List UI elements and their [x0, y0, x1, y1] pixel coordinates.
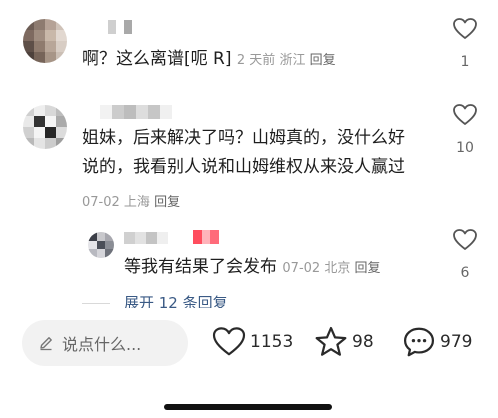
username[interactable] [100, 105, 172, 119]
like-button[interactable]: 1153 [212, 324, 293, 360]
like-count: 1 [460, 54, 470, 70]
comments-page: 啊？这么离谱[呃 R] 2 天前 浙江 回复 1 姐妹，后来解决了吗？山姆真的，… [0, 0, 498, 418]
comment-like[interactable]: 6 [445, 229, 485, 281]
heart-outline-icon[interactable] [453, 229, 477, 251]
comment-meta: 07-02 上海 回复 [82, 195, 181, 210]
heart-outline-icon[interactable] [453, 104, 477, 126]
avatar[interactable] [23, 105, 67, 149]
avatar[interactable] [23, 19, 67, 63]
comment-text: 姐妹，后来解决了吗？山姆真的，没什么好 说的，我看别人说和山姆维权从来没人赢过 [82, 128, 405, 177]
comment-text: 啊？这么离谱[呃 R] 2 天前 浙江 回复 [82, 49, 336, 69]
reply-link[interactable]: 回复 [154, 195, 180, 210]
divider [82, 303, 110, 304]
comment-meta: 2 天前 浙江 回复 [236, 53, 336, 68]
like-total: 1153 [250, 332, 294, 352]
reply-link[interactable]: 回复 [354, 261, 380, 276]
heart-outline-icon[interactable] [453, 18, 477, 40]
comment-like[interactable]: 1 [445, 18, 485, 70]
reply-link[interactable]: 回复 [310, 53, 336, 68]
comment-text: 等我有结果了会发布 07-02 北京 回复 [124, 257, 381, 277]
star-outline-icon [315, 326, 347, 356]
like-count: 10 [456, 140, 474, 156]
heart-outline-icon [212, 327, 246, 356]
username[interactable] [124, 232, 168, 244]
avatar[interactable] [88, 232, 114, 258]
username[interactable] [100, 20, 132, 34]
home-indicator[interactable] [164, 404, 332, 410]
input-placeholder: 说点什么... [62, 335, 142, 354]
pencil-icon [40, 337, 52, 351]
comment-total: 979 [440, 332, 473, 352]
favorite-total: 98 [352, 332, 374, 352]
favorite-button[interactable]: 98 [314, 324, 374, 360]
username-badge [193, 230, 219, 244]
comment-like[interactable]: 10 [445, 104, 485, 156]
comment-input[interactable]: 说点什么... [22, 320, 188, 366]
chat-bubble-icon [403, 327, 435, 357]
bottom-action-bar: 说点什么... 1153 98 979 [0, 308, 498, 418]
comment-meta: 07-02 北京 回复 [282, 261, 381, 276]
like-count: 6 [460, 265, 470, 281]
comment-button[interactable]: 979 [402, 324, 472, 360]
